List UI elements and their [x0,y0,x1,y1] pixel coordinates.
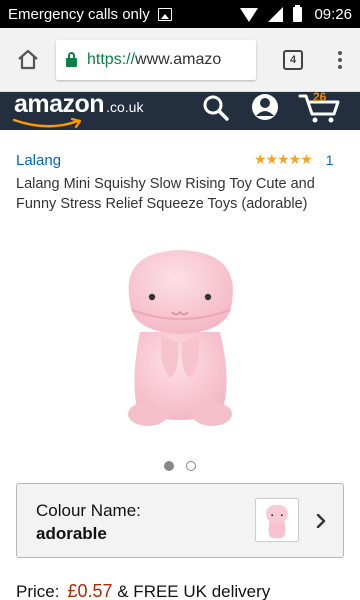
carousel-dot[interactable] [186,461,196,471]
colour-selector[interactable]: Colour Name: adorable [16,483,344,558]
address-bar[interactable]: https:// www.amazo [56,39,256,80]
rating-count: 1 [325,151,334,168]
carrier-status: Emergency calls only [8,5,150,23]
tab-count: 4 [283,49,303,70]
home-icon [18,49,38,69]
product-image[interactable] [100,232,260,432]
price-row: Price: £0.57 & FREE UK delivery [16,581,270,600]
amazon-logo[interactable]: amazon .co.uk [14,90,143,119]
status-indicators: 09:26 [240,4,352,23]
logo-word: amazon [14,90,105,118]
search-icon[interactable] [202,94,230,122]
brand-link[interactable]: Lalang [16,152,61,169]
amazon-header: amazon .co.uk 26 [0,90,360,130]
star-rating-icon: ★★★★★ [254,151,313,167]
carousel-dot-active[interactable] [164,461,174,471]
price-value: £0.57 [67,581,113,600]
rating[interactable]: ★★★★★ 1 [254,151,334,168]
amazon-smile-icon [12,118,82,129]
image-carousel-indicator [164,461,196,471]
status-bar: Emergency calls only 09:26 [0,0,360,28]
menu-dot-icon [338,64,342,69]
wifi-icon [240,8,259,22]
delivery-text: & FREE UK delivery [117,582,271,600]
overflow-menu-button[interactable] [320,28,360,92]
url-scheme: https:// [87,50,136,68]
browser-toolbar: https:// www.amazo 4 [0,28,360,92]
colour-swatch-thumbnail [255,498,299,542]
colour-label: Colour Name: [36,501,141,520]
battery-icon [293,4,303,22]
menu-dot-icon [338,57,342,62]
image-notification-icon [157,7,172,21]
url-host: www.amazo [135,50,222,68]
account-icon[interactable] [250,92,280,122]
tab-switcher-button[interactable]: 4 [266,28,320,92]
menu-dot-icon [338,50,342,55]
colour-value: adorable [36,524,107,543]
signal-icon [268,6,284,22]
clock: 09:26 [314,5,352,23]
product-title: Lalang Mini Squishy Slow Rising Toy Cute… [16,176,315,212]
logo-tld: .co.uk [106,99,144,115]
cart-count-badge: 26 [313,90,327,104]
chevron-right-icon [316,514,326,528]
home-button[interactable] [0,28,56,92]
lock-icon [66,51,77,67]
price-label: Price: [16,582,60,600]
